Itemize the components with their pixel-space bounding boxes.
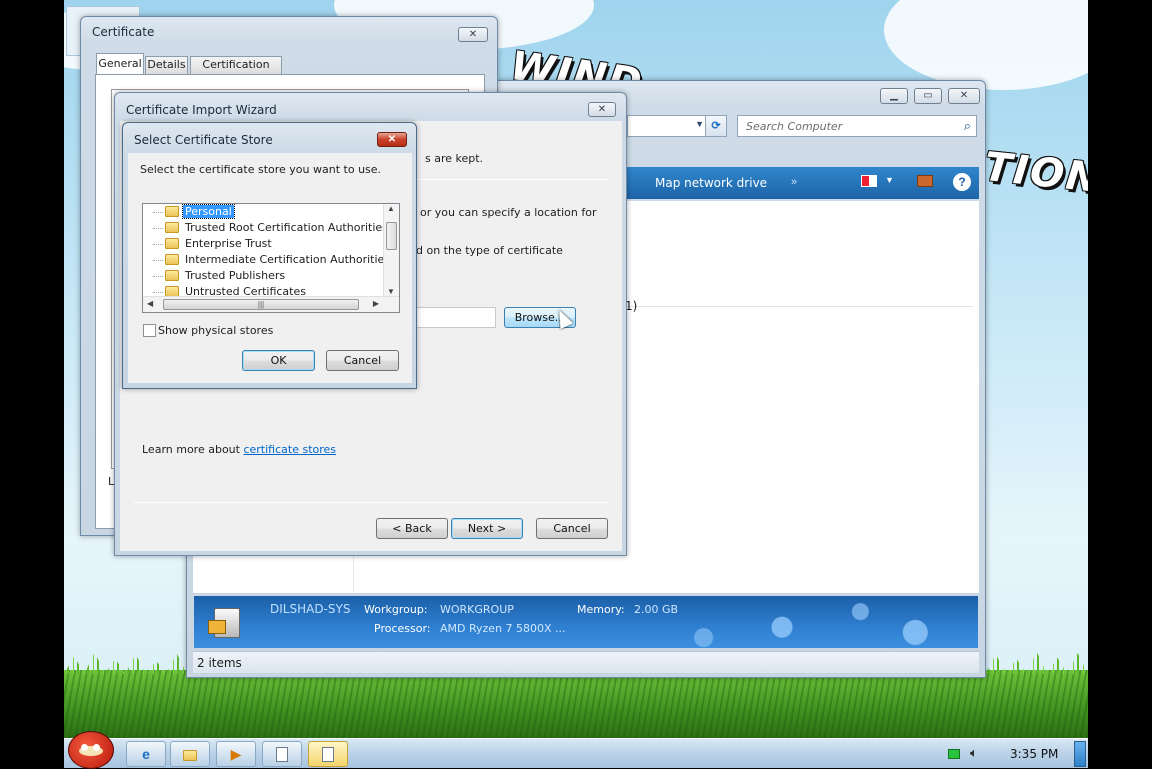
processor-value: AMD Ryzen 7 5800X ... bbox=[440, 622, 566, 635]
workgroup-label: Workgroup: bbox=[364, 603, 428, 616]
maximize-button[interactable]: ▭ bbox=[914, 88, 942, 104]
minimize-button[interactable]: ▁ bbox=[880, 88, 908, 104]
close-icon[interactable]: ✕ bbox=[588, 102, 616, 117]
close-icon[interactable]: ✕ bbox=[948, 88, 980, 104]
cancel-button[interactable]: Cancel bbox=[326, 350, 399, 371]
show-physical-checkbox[interactable] bbox=[143, 324, 156, 337]
computer-icon bbox=[206, 604, 246, 642]
scroll-left-icon[interactable]: ◀ bbox=[147, 299, 153, 308]
wizard-text-line3: d on the type of certificate bbox=[416, 244, 563, 257]
store-tree-item-label: Trusted Root Certification Authorities bbox=[185, 221, 383, 234]
store-tree-item-label: Intermediate Certification Authorities bbox=[185, 253, 383, 266]
document-icon[interactable] bbox=[262, 741, 302, 767]
wizard-footer-separator bbox=[134, 502, 608, 503]
show-desktop-button[interactable] bbox=[1074, 741, 1086, 767]
document-icon[interactable] bbox=[308, 741, 348, 767]
taskbar: e ▶ 🔈︎ 3:35 PM bbox=[64, 731, 1088, 769]
mail-icon[interactable] bbox=[917, 175, 933, 187]
cancel-button[interactable]: Cancel bbox=[536, 518, 608, 539]
tab-certification-path[interactable]: Certification Path bbox=[190, 56, 282, 87]
search-input[interactable]: Search Computer ⌕ bbox=[737, 115, 977, 137]
wizard-text-line1: s are kept. bbox=[425, 152, 484, 165]
certificate-stores-link[interactable]: certificate stores bbox=[243, 443, 336, 456]
store-field bbox=[410, 307, 496, 328]
workgroup-value: WORKGROUP bbox=[440, 603, 514, 616]
media-player-icon[interactable]: ▶ bbox=[216, 741, 256, 767]
vertical-scrollbar[interactable]: ▲ ▼ bbox=[383, 204, 399, 296]
search-placeholder: Search Computer bbox=[746, 120, 843, 133]
search-icon[interactable]: ⌕ bbox=[964, 118, 971, 134]
store-instruction: Select the certificate store you want to… bbox=[140, 163, 382, 176]
scroll-down-icon[interactable]: ▼ bbox=[387, 287, 395, 296]
store-tree-item[interactable]: Enterprise Trust bbox=[143, 236, 383, 252]
store-tree-item[interactable]: Untrusted Certificates bbox=[143, 284, 383, 296]
certificate-title: Certificate bbox=[92, 25, 155, 39]
show-physical-label: Show physical stores bbox=[158, 324, 274, 337]
store-tree-list: Personal Trusted Root Certification Autho… bbox=[143, 204, 383, 296]
folder-icon bbox=[165, 254, 179, 265]
ok-button[interactable]: OK bbox=[242, 350, 315, 371]
learn-more-prefix: Learn more about bbox=[142, 443, 244, 456]
folder-icon bbox=[165, 286, 179, 296]
status-item-count: 2 items bbox=[197, 656, 242, 670]
network-icon[interactable] bbox=[948, 749, 960, 759]
store-tree-item-label: Enterprise Trust bbox=[185, 237, 272, 250]
scroll-up-icon[interactable]: ▲ bbox=[387, 204, 395, 213]
status-bar: 2 items bbox=[193, 651, 979, 673]
store-tree-item-label: Untrusted Certificates bbox=[185, 285, 306, 296]
system-info-banner: DILSHAD-SYS Workgroup: WORKGROUP Memory:… bbox=[194, 596, 978, 648]
close-icon[interactable]: ✕ bbox=[377, 132, 407, 147]
store-tree-item-label: Trusted Publishers bbox=[185, 269, 286, 282]
refresh-icon[interactable]: ⟳ bbox=[705, 115, 727, 137]
processor-label: Processor: bbox=[374, 622, 431, 635]
tab-details[interactable]: Details bbox=[145, 56, 188, 74]
store-dialog-title: Select Certificate Store bbox=[134, 133, 273, 147]
ie-icon[interactable]: e bbox=[126, 741, 166, 767]
scroll-right-icon[interactable]: ▶ bbox=[373, 299, 379, 308]
cloud bbox=[884, 0, 1088, 90]
select-store-dialog: Select Certificate Store ✕ Select the ce… bbox=[122, 122, 417, 389]
clock-time[interactable]: 3:35 PM bbox=[1010, 747, 1058, 761]
more-chevron-icon[interactable]: » bbox=[791, 176, 797, 188]
folder-icon bbox=[165, 270, 179, 281]
store-tree-item[interactable]: Personal bbox=[143, 204, 383, 220]
store-tree[interactable]: Personal Trusted Root Certification Autho… bbox=[142, 203, 400, 313]
wallpaper-text-right: TION bbox=[981, 143, 1088, 203]
help-icon[interactable]: ? bbox=[953, 173, 971, 191]
store-tree-item[interactable]: Trusted Root Certification Authorities bbox=[143, 220, 383, 236]
folder-icon bbox=[165, 222, 179, 233]
start-button[interactable] bbox=[68, 731, 114, 769]
store-dialog-body: Select the certificate store you want to… bbox=[128, 153, 412, 383]
chevron-down-icon[interactable]: ▼ bbox=[695, 119, 704, 129]
folder-icon[interactable] bbox=[170, 741, 210, 767]
wizard-text-line2: or you can specify a location for bbox=[420, 206, 597, 219]
wallpaper-grass bbox=[64, 670, 1088, 740]
tab-general[interactable]: General bbox=[96, 53, 144, 74]
close-icon[interactable]: ✕ bbox=[458, 27, 488, 42]
store-tree-item-label: Personal bbox=[182, 204, 235, 219]
computer-name: DILSHAD-SYS bbox=[270, 602, 351, 616]
scroll-thumb[interactable] bbox=[386, 222, 397, 250]
map-network-drive-button[interactable]: Map network drive bbox=[655, 176, 767, 190]
memory-value: 2.00 GB bbox=[634, 603, 679, 616]
wizard-title: Certificate Import Wizard bbox=[126, 103, 277, 117]
learn-more-text: Learn more about certificate stores bbox=[142, 443, 336, 456]
volume-icon[interactable]: 🔈︎ bbox=[970, 745, 978, 761]
horizontal-scrollbar[interactable]: ◀ ||| ▶ bbox=[143, 296, 399, 312]
store-tree-item[interactable]: Trusted Publishers bbox=[143, 268, 383, 284]
folder-icon bbox=[165, 206, 179, 217]
chevron-down-icon[interactable]: ▼ bbox=[885, 175, 894, 185]
next-button[interactable]: Next > bbox=[451, 518, 523, 539]
memory-label: Memory: bbox=[577, 603, 625, 616]
flag-icon[interactable] bbox=[861, 175, 877, 187]
horizontal-scroll-thumb[interactable]: ||| bbox=[163, 299, 359, 310]
back-button[interactable]: < Back bbox=[376, 518, 448, 539]
folder-icon bbox=[165, 238, 179, 249]
store-tree-item[interactable]: Intermediate Certification Authorities bbox=[143, 252, 383, 268]
